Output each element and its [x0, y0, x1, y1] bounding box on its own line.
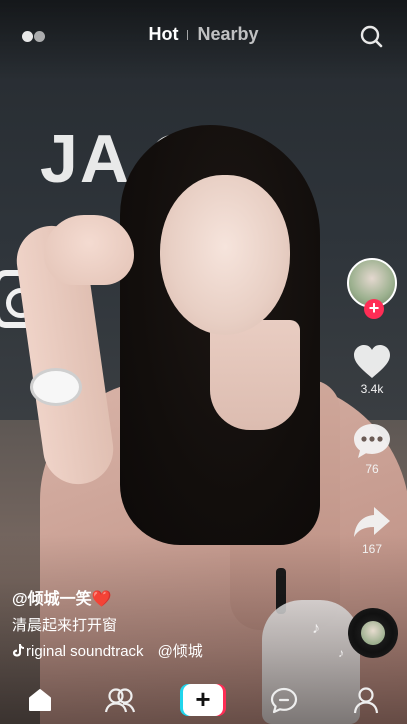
person-face [160, 175, 290, 335]
nav-profile[interactable] [346, 684, 386, 716]
home-icon[interactable] [27, 687, 53, 713]
tiktok-note-icon [13, 644, 24, 657]
create-plus-icon[interactable]: + [183, 684, 223, 716]
like-count: 3.4k [360, 382, 384, 396]
floating-note-small-icon: ♪ [338, 646, 344, 660]
music-title: riginal soundtrack [26, 643, 144, 660]
comment-icon[interactable] [352, 422, 392, 460]
action-rail: + 3.4k 76 167 [347, 258, 397, 556]
music-disc-cover [361, 621, 385, 645]
search-icon[interactable] [359, 24, 383, 48]
creator-avatar[interactable]: + [347, 258, 397, 319]
person-hand [44, 215, 134, 285]
comment-count: 76 [365, 462, 379, 476]
share-button[interactable]: 167 [347, 504, 397, 556]
tab-separator [187, 30, 189, 41]
like-button[interactable]: 3.4k [347, 344, 397, 396]
wrist-watch [30, 368, 82, 406]
top-bar: Hot Nearby [0, 20, 407, 54]
share-count: 167 [361, 542, 383, 556]
music-author: @倾城 [157, 643, 203, 660]
person-neck [210, 320, 300, 430]
nav-friends[interactable] [100, 684, 140, 716]
bottom-nav: + [0, 676, 407, 724]
music-disc[interactable] [348, 608, 398, 658]
floating-note-icon: ♪ [312, 620, 320, 637]
heart-icon[interactable] [352, 344, 392, 380]
nav-home[interactable] [20, 684, 60, 716]
video-description: 清晨起来打开窗 [12, 617, 118, 634]
messages-icon[interactable] [270, 686, 298, 714]
nav-messages[interactable] [264, 684, 304, 716]
follow-plus-icon[interactable]: + [364, 299, 384, 319]
create-button[interactable]: + [180, 684, 226, 716]
author-handle[interactable]: @倾城一笑❤️ [12, 590, 332, 610]
music-ticker[interactable]: riginal soundtrack @倾城 [12, 642, 332, 662]
tab-nearby[interactable]: Nearby [193, 24, 262, 45]
video-caption: @倾城一笑❤️ 清晨起来打开窗 riginal soundtrack @倾城 [12, 590, 332, 662]
friends-icon[interactable] [104, 686, 136, 714]
profile-icon[interactable] [353, 686, 379, 714]
comment-button[interactable]: 76 [347, 422, 397, 476]
tab-hot[interactable]: Hot [144, 24, 182, 45]
share-arrow-icon[interactable] [352, 504, 392, 540]
feed-tabs: Hot Nearby [0, 24, 407, 45]
